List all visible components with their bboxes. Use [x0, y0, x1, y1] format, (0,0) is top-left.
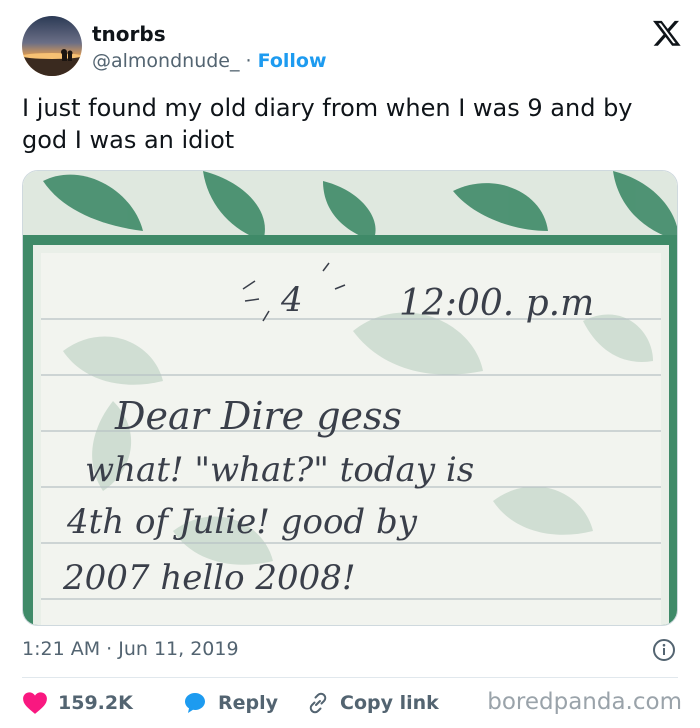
separator-dot: · [245, 50, 252, 72]
tweet-text: I just found my old diary from when I wa… [22, 94, 633, 154]
watermark: boredpanda.com [487, 689, 682, 715]
handle-row: @almondnude_ · Follow [92, 50, 327, 72]
diary-line-3: 4th of Julie! good by [66, 502, 418, 542]
action-bar: 159.2K Reply Copy link [22, 690, 506, 716]
diary-line-time: 12:00. p.m [399, 283, 594, 324]
divider [22, 677, 678, 678]
copy-link-button[interactable]: Copy link [306, 691, 506, 715]
display-name[interactable]: tnorbs [92, 22, 166, 46]
tweet-photo[interactable]: 4 12:00. p.m Dear Dire gess what! "what?… [22, 170, 678, 626]
diary-line-2: what! "what?" today is [85, 450, 474, 490]
follow-button[interactable]: Follow [258, 50, 327, 72]
diary-line-4: 2007 hello 2008! [62, 558, 356, 598]
user-handle[interactable]: @almondnude_ [92, 50, 240, 72]
heart-icon [23, 692, 47, 714]
diary-line-day: 4 [280, 280, 303, 320]
diary-page-image: 4 12:00. p.m Dear Dire gess what! "what?… [23, 171, 677, 625]
tweet-timestamp[interactable]: 1:21 AM · Jun 11, 2019 [22, 638, 239, 660]
link-icon [309, 692, 327, 714]
diary-line-1: Dear Dire gess [114, 394, 402, 438]
like-button[interactable]: 159.2K [22, 691, 182, 715]
info-icon[interactable] [652, 638, 676, 662]
x-logo-icon[interactable] [652, 18, 682, 48]
like-count: 159.2K [58, 692, 133, 714]
avatar[interactable] [22, 16, 82, 76]
reply-label: Reply [218, 692, 279, 714]
speech-bubble-icon [185, 693, 205, 713]
tweet-header: tnorbs @almondnude_ · Follow [22, 16, 682, 78]
avatar-sunset-image [22, 16, 82, 76]
reply-button[interactable]: Reply [182, 691, 306, 715]
copy-link-label: Copy link [340, 692, 439, 714]
